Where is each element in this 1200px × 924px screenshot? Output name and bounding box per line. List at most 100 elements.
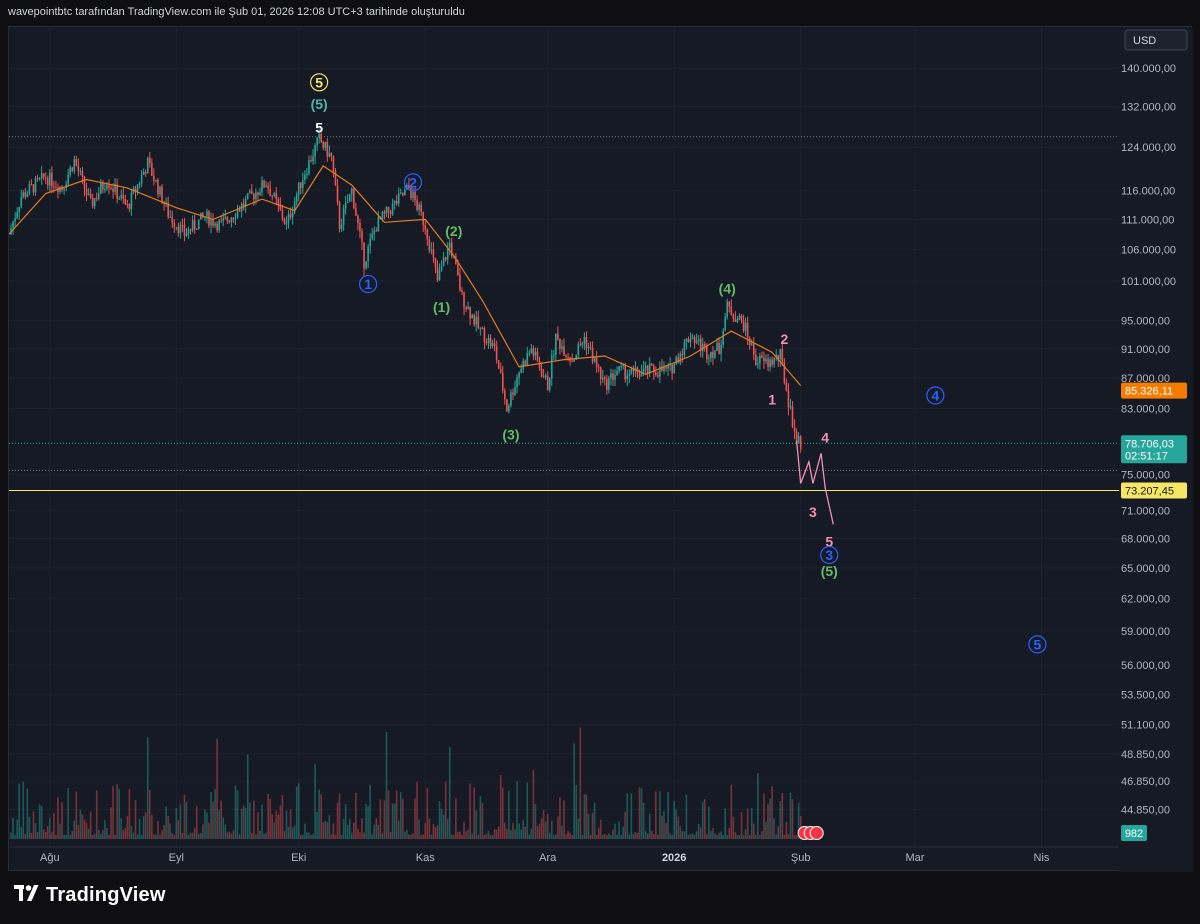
candle-body <box>624 364 627 380</box>
volume-bar <box>628 834 631 839</box>
volume-bar <box>277 814 280 839</box>
candle-body <box>32 184 35 193</box>
candle-body <box>734 318 737 322</box>
volume-bar <box>691 833 694 839</box>
volume-bar <box>67 788 69 839</box>
candle-body <box>716 343 718 351</box>
wave-label-text: (5) <box>821 563 838 579</box>
candle-body <box>297 182 300 195</box>
wave-label-text: (5) <box>311 96 328 112</box>
volume-bar <box>77 825 80 839</box>
price-tick-label: 62.000,00 <box>1121 594 1170 606</box>
volume-bar <box>742 834 745 839</box>
candle-body <box>308 159 310 174</box>
time-tick-label: Nis <box>1034 852 1050 864</box>
volume-bar <box>697 824 700 839</box>
candle-body <box>671 364 673 374</box>
candle-body <box>206 211 208 217</box>
volume-bar <box>240 808 243 839</box>
candle-body <box>755 354 757 365</box>
volume-bar <box>244 807 247 839</box>
volume-bar <box>536 825 539 839</box>
volume-bar <box>220 800 223 839</box>
volume-bar <box>389 832 392 839</box>
candle-body <box>314 145 316 157</box>
candle-body <box>769 359 771 368</box>
candle-body <box>552 354 555 356</box>
volume-bar <box>263 833 265 839</box>
footer-brand[interactable]: TradingView <box>46 884 166 907</box>
volume-bar <box>153 834 155 839</box>
volume-bar <box>169 823 171 839</box>
candle-body <box>610 373 612 379</box>
candle-body <box>718 343 720 354</box>
chart-panel[interactable]: 5 (5) 5 2 1 (2) (1) (3) (4) 2 1 4 3 5 3 (5) 4 5 USD 140.00… <box>8 26 1193 872</box>
candle-body <box>746 322 749 338</box>
candle-body <box>691 337 694 340</box>
volume-bar <box>526 782 529 839</box>
volume-bar <box>159 834 161 839</box>
candle-body <box>391 203 394 215</box>
volume-bar <box>214 788 216 839</box>
volume-bar <box>38 804 41 839</box>
volume-bar <box>344 804 347 839</box>
volume-bar <box>583 794 586 839</box>
tradingview-logo-icon[interactable] <box>14 885 40 906</box>
volume-bar <box>208 822 210 839</box>
candle-body <box>312 156 314 162</box>
volume-bar <box>22 781 25 839</box>
candle-body <box>616 370 618 376</box>
candle-body <box>18 207 21 213</box>
candle-body <box>430 249 433 251</box>
price-chart[interactable]: 5(5)521(2)(1)(3)(4)214353(5)45 USD140.00… <box>8 27 1193 872</box>
price-badge: 85.326,11 <box>1121 382 1187 399</box>
time-tick-label: Eki <box>291 852 306 864</box>
candle-body <box>501 372 504 391</box>
volume-bar <box>716 834 718 839</box>
volume-bar <box>16 819 18 839</box>
volume-bar <box>767 803 769 839</box>
volume-bar <box>57 797 59 839</box>
volume-bar <box>83 819 86 839</box>
candle-body <box>287 213 290 223</box>
wave-label: 4 <box>821 430 829 446</box>
volume-bar <box>381 833 384 839</box>
volume-bar <box>579 727 582 839</box>
wave-label-text: 1 <box>768 391 776 407</box>
volume-bar <box>636 832 639 839</box>
candle-body <box>579 344 582 346</box>
volume-bar <box>783 834 786 839</box>
candle-body <box>538 360 541 369</box>
candle-body <box>752 343 755 355</box>
candle-body <box>485 342 488 344</box>
volume-bar <box>12 817 14 839</box>
volume-bar <box>659 791 661 839</box>
price-badge-text: 73.207,45 <box>1125 485 1174 497</box>
volume-bar <box>44 831 47 839</box>
candle-body <box>153 175 155 181</box>
volume-bar <box>165 806 167 839</box>
candle-body <box>673 363 675 374</box>
wave-label: (2) <box>445 223 462 239</box>
volume-bars <box>10 727 802 839</box>
volume-bar <box>489 834 492 839</box>
price-badge: 78.706,0302:51:17 <box>1121 435 1187 464</box>
volume-bar <box>589 834 592 839</box>
volume-bar <box>563 800 565 839</box>
volume-bar <box>359 832 361 839</box>
candle-body <box>557 333 559 340</box>
wave-label: 3 <box>809 504 817 520</box>
volume-bar <box>781 793 784 839</box>
candle-body <box>216 223 218 231</box>
volume-bar <box>14 834 16 839</box>
volume-bar <box>626 793 629 839</box>
volume-bar <box>46 825 49 839</box>
volume-bar <box>112 786 114 839</box>
candle-body <box>487 337 490 344</box>
volume-bar <box>285 810 288 839</box>
volume-bar <box>271 814 274 839</box>
volume-bar <box>438 801 441 839</box>
volume-bar <box>581 834 584 839</box>
volume-bar <box>712 827 714 839</box>
volume-bar <box>65 834 67 839</box>
